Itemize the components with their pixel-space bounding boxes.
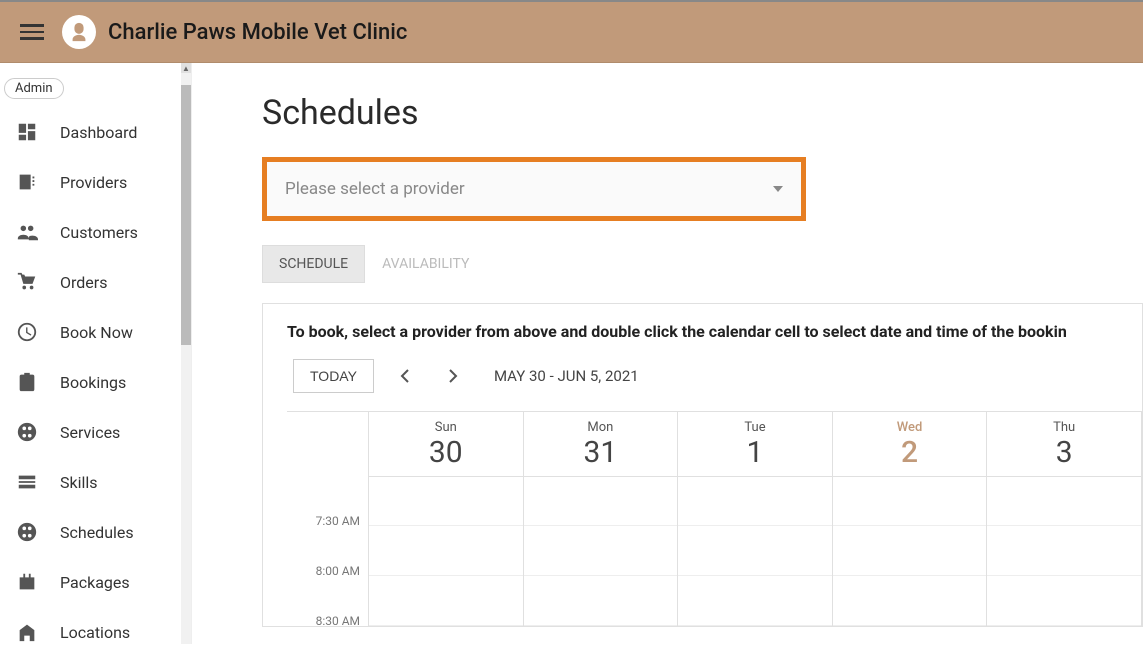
today-button[interactable]: TODAY — [293, 359, 374, 393]
tab-availability[interactable]: AVAILABILITY — [365, 245, 486, 283]
next-week-button[interactable] — [436, 359, 470, 393]
cart-icon — [16, 271, 38, 293]
provider-select[interactable]: Please select a provider — [267, 179, 801, 199]
day-column-thu — [987, 476, 1142, 626]
scroll-up-arrow-icon[interactable]: ▲ — [181, 63, 191, 73]
time-column: 7:30 AM 8:00 AM 8:30 AM — [287, 476, 369, 626]
locations-icon — [16, 621, 38, 643]
calendar-instruction: To book, select a provider from above an… — [287, 322, 1142, 341]
calendar-panel: To book, select a provider from above an… — [262, 303, 1143, 627]
day-header-sun: Sun 30 — [369, 412, 524, 476]
day-column-wed — [833, 476, 988, 626]
calendar-cell[interactable] — [369, 476, 523, 526]
sidebar-item-label: Schedules — [60, 523, 134, 542]
skills-icon — [16, 471, 38, 493]
calendar-cell[interactable] — [678, 476, 832, 526]
sidebar-item-services[interactable]: Services — [0, 407, 191, 457]
day-header-tue: Tue 1 — [678, 412, 833, 476]
sidebar-item-label: Locations — [60, 623, 130, 642]
sidebar-scrollbar[interactable]: ▲ — [181, 63, 191, 644]
time-label: 7:30 AM — [287, 476, 369, 526]
page-title: Schedules — [262, 93, 1143, 133]
day-header-mon: Mon 31 — [524, 412, 679, 476]
time-label: 8:00 AM — [287, 526, 369, 576]
tab-schedule[interactable]: SCHEDULE — [262, 245, 365, 283]
sidebar-item-schedules[interactable]: Schedules — [0, 507, 191, 557]
calendar-cell[interactable] — [987, 576, 1141, 626]
sidebar-item-label: Services — [60, 423, 120, 442]
menu-toggle-button[interactable] — [20, 20, 44, 44]
time-gutter-header — [287, 412, 369, 476]
calendar-cell[interactable] — [833, 526, 987, 576]
sidebar-item-label: Skills — [60, 473, 98, 492]
date-range-label: MAY 30 - JUN 5, 2021 — [494, 367, 639, 385]
day-column-sun — [369, 476, 524, 626]
calendar-cell[interactable] — [987, 476, 1141, 526]
sidebar-item-label: Bookings — [60, 373, 126, 392]
sidebar-item-label: Packages — [60, 573, 130, 592]
sidebar-item-packages[interactable]: Packages — [0, 557, 191, 607]
sidebar-item-label: Customers — [60, 223, 138, 242]
sidebar-item-label: Book Now — [60, 323, 133, 342]
calendar-cell[interactable] — [678, 576, 832, 626]
calendar-cell[interactable] — [524, 476, 678, 526]
chevron-down-icon — [773, 186, 783, 192]
packages-icon — [16, 571, 38, 593]
week-header: Sun 30 Mon 31 Tue 1 Wed 2 Thu 3 — [287, 411, 1142, 476]
sidebar-item-label: Dashboard — [60, 123, 137, 142]
sidebar-item-bookings[interactable]: Bookings — [0, 357, 191, 407]
calendar-toolbar: TODAY MAY 30 - JUN 5, 2021 — [287, 359, 1142, 393]
day-column-tue — [678, 476, 833, 626]
calendar-cell[interactable] — [833, 476, 987, 526]
services-icon — [16, 421, 38, 443]
main-content: Schedules Please select a provider SCHED… — [192, 63, 1143, 644]
calendar-cell[interactable] — [678, 526, 832, 576]
sidebar-item-providers[interactable]: Providers — [0, 157, 191, 207]
dashboard-icon — [16, 121, 38, 143]
schedules-icon — [16, 521, 38, 543]
scrollbar-thumb[interactable] — [181, 85, 191, 345]
app-title: Charlie Paws Mobile Vet Clinic — [108, 20, 407, 45]
calendar-cell[interactable] — [524, 576, 678, 626]
sidebar-item-label: Providers — [60, 173, 127, 192]
calendar-cell[interactable] — [524, 526, 678, 576]
providers-icon — [16, 171, 38, 193]
clock-icon — [16, 321, 38, 343]
calendar-cell[interactable] — [369, 576, 523, 626]
sidebar-item-skills[interactable]: Skills — [0, 457, 191, 507]
week-body: 7:30 AM 8:00 AM 8:30 AM — [287, 476, 1142, 626]
calendar-cell[interactable] — [833, 576, 987, 626]
day-header-thu: Thu 3 — [987, 412, 1142, 476]
calendar-cell[interactable] — [987, 526, 1141, 576]
clipboard-icon — [16, 371, 38, 393]
tabs: SCHEDULE AVAILABILITY — [262, 245, 1143, 283]
sidebar-item-label: Orders — [60, 273, 107, 292]
sidebar-item-locations[interactable]: Locations — [0, 607, 191, 657]
sidebar-item-dashboard[interactable]: Dashboard — [0, 107, 191, 157]
time-label: 8:30 AM — [287, 576, 369, 626]
prev-week-button[interactable] — [388, 359, 422, 393]
provider-select-highlight: Please select a provider — [262, 157, 806, 221]
calendar-cell[interactable] — [369, 526, 523, 576]
sidebar-item-orders[interactable]: Orders — [0, 257, 191, 307]
day-header-wed: Wed 2 — [833, 412, 988, 476]
customers-icon — [16, 221, 38, 243]
sidebar-item-book-now[interactable]: Book Now — [0, 307, 191, 357]
top-bar: Charlie Paws Mobile Vet Clinic — [0, 0, 1143, 63]
sidebar-item-customers[interactable]: Customers — [0, 207, 191, 257]
day-column-mon — [524, 476, 679, 626]
sidebar: Dashboard Providers Customers Orders Boo… — [0, 63, 192, 644]
app-logo — [62, 15, 96, 49]
provider-select-placeholder: Please select a provider — [285, 179, 465, 199]
